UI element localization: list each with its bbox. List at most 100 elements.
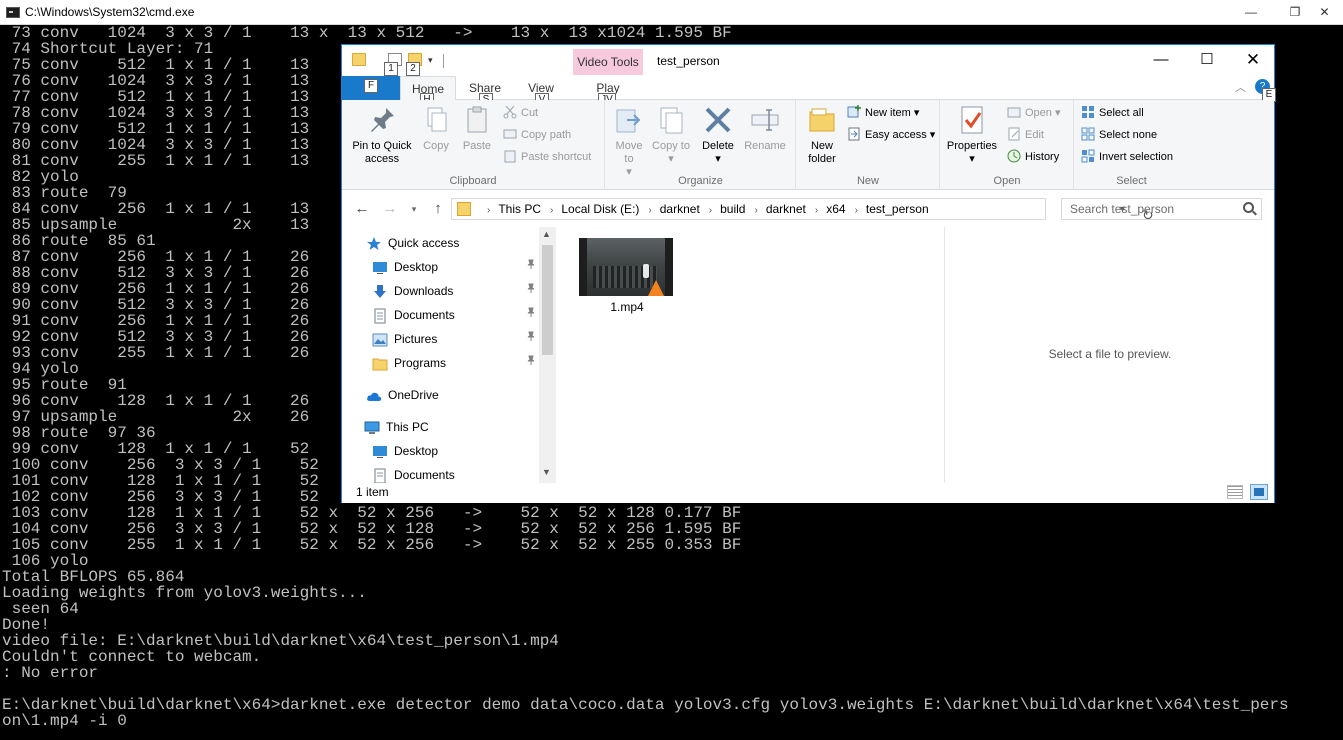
new-folder-label: New folder: [808, 140, 836, 165]
new-item-icon: [847, 105, 861, 119]
console-line: Couldn't connect to webcam.: [2, 648, 262, 666]
search-icon[interactable]: [1243, 202, 1254, 213]
toolbar-divider: [443, 54, 444, 68]
open-label: Open: [1025, 107, 1052, 119]
rename-button[interactable]: Rename: [742, 104, 788, 153]
paste-icon: [461, 104, 493, 136]
pinned-icon[interactable]: [526, 328, 536, 350]
invert-selection-icon: [1081, 149, 1095, 163]
new-item-button[interactable]: New item ▾: [847, 104, 919, 122]
edit-button[interactable]: Edit: [1007, 126, 1044, 144]
pin-to-quick-access-button[interactable]: Pin to Quick access: [348, 104, 416, 166]
navigation-pane[interactable]: Quick access Desktop Downloads Documents Pic…: [342, 227, 556, 483]
console-line: Loading weights from yolov3.weights...: [2, 584, 367, 602]
sidebar-item-documents[interactable]: Documents: [342, 304, 538, 326]
breadcrumb-item[interactable]: This PC: [498, 202, 541, 216]
explorer-maximize-button[interactable]: ☐: [1184, 45, 1230, 76]
select-all-icon: [1081, 105, 1095, 119]
cmd-close-button[interactable]: ✕: [1306, 0, 1343, 25]
sidebar-item-desktop[interactable]: Desktop: [342, 440, 538, 462]
breadcrumb[interactable]: › This PC › Local Disk (E:) › darknet › build › d…: [478, 199, 929, 219]
new-group-label: New: [856, 175, 879, 187]
keytip-f: F: [364, 79, 378, 93]
search-placeholder: Search test_person: [1070, 202, 1175, 216]
open-button[interactable]: Open ▾: [1007, 104, 1061, 122]
copy-to-button[interactable]: Copy to ▾: [652, 104, 690, 166]
breadcrumb-separator-icon[interactable]: ›: [648, 205, 651, 216]
new-folder-button[interactable]: New folder: [801, 104, 843, 166]
breadcrumb-item[interactable]: darknet: [766, 202, 806, 216]
breadcrumb-separator-icon[interactable]: ›: [754, 205, 757, 216]
file-item[interactable]: 1.mp4: [578, 236, 676, 316]
sidebar-item-this-pc[interactable]: This PC: [342, 416, 538, 438]
details-view-icon[interactable]: [1227, 485, 1243, 499]
pinned-icon[interactable]: [526, 352, 536, 374]
collapse-ribbon-icon[interactable]: ︿: [1235, 79, 1246, 95]
scroll-up-icon[interactable]: ▲: [542, 229, 551, 239]
customize-quick-access-dropdown[interactable]: ▾: [428, 55, 433, 66]
paste-shortcut-button[interactable]: Paste shortcut: [503, 148, 591, 166]
breadcrumb-item[interactable]: Local Disk (E:): [561, 202, 639, 216]
sidebar-item-documents[interactable]: Documents: [342, 464, 538, 483]
easy-access-button[interactable]: Easy access ▾: [847, 126, 935, 144]
up-arrow-icon[interactable]: ↑: [428, 199, 448, 219]
delete-button[interactable]: Delete ▾: [698, 104, 738, 166]
forward-arrow-icon[interactable]: →: [380, 199, 400, 219]
breadcrumb-item[interactable]: darknet: [660, 202, 700, 216]
search-input[interactable]: Search test_person: [1061, 198, 1262, 220]
cmd-minimize-button[interactable]: —: [1228, 0, 1274, 25]
pinned-icon[interactable]: [526, 280, 536, 302]
copy-path-button[interactable]: Copy path: [503, 126, 571, 144]
breadcrumb-separator-icon[interactable]: ›: [815, 205, 818, 216]
sidebar-item-label: This PC: [386, 420, 429, 434]
select-all-button[interactable]: Select all: [1081, 104, 1144, 122]
sidebar-item-label: Programs: [394, 356, 447, 370]
scroll-down-icon[interactable]: ▼: [542, 467, 551, 477]
navigation-pane-scrollbar[interactable]: ▲ ▼: [539, 227, 556, 483]
invert-selection-button[interactable]: Invert selection: [1081, 148, 1173, 166]
pinned-icon[interactable]: [526, 256, 536, 278]
sidebar-item-label: OneDrive: [388, 388, 439, 402]
history-button[interactable]: History: [1007, 148, 1059, 166]
console-line: 73 conv 1024 3 x 3 / 1 13 x 13 x 512 -> …: [2, 25, 732, 42]
history-label: History: [1025, 151, 1060, 163]
preview-pane: Select a file to preview.: [944, 227, 1274, 483]
sidebar-item-onedrive[interactable]: OneDrive: [342, 384, 538, 406]
copy-button[interactable]: Copy: [418, 104, 454, 153]
large-icons-view-icon[interactable]: [1250, 484, 1268, 500]
scrollbar-thumb[interactable]: [542, 245, 553, 355]
recent-locations-dropdown[interactable]: ▾: [404, 199, 424, 219]
move-to-button[interactable]: Move to ▾: [610, 104, 648, 179]
paste-button[interactable]: Paste: [458, 104, 496, 153]
breadcrumb-separator-icon[interactable]: ›: [550, 205, 553, 216]
select-all-label: Select all: [1099, 107, 1144, 119]
breadcrumb-item[interactable]: test_person: [866, 202, 929, 216]
properties-button[interactable]: Properties ▾: [945, 104, 999, 166]
explorer-close-button[interactable]: ✕: [1230, 45, 1276, 76]
file-explorer-window[interactable]: ▾ 1 2 Video Tools test_person — ☐ ✕ F Ho…: [341, 44, 1276, 503]
copy-to-label: Copy to: [652, 140, 690, 152]
cmd-title-bar[interactable]: C:\Windows\System32\cmd.exe — ❐ ✕: [0, 0, 1343, 25]
easy-access-icon: [847, 127, 861, 141]
breadcrumb-item[interactable]: build: [720, 202, 745, 216]
cut-button[interactable]: Cut: [503, 104, 538, 122]
breadcrumb-separator-icon[interactable]: ›: [855, 205, 858, 216]
cmd-window-title: C:\Windows\System32\cmd.exe: [25, 5, 195, 19]
pinned-icon[interactable]: [526, 304, 536, 326]
address-bar[interactable]: › This PC › Local Disk (E:) › darknet › build › d…: [451, 198, 1154, 223]
breadcrumb-separator-icon[interactable]: ›: [487, 205, 490, 216]
breadcrumb-separator-icon[interactable]: ›: [709, 205, 712, 216]
breadcrumb-item[interactable]: x64: [826, 202, 845, 216]
sidebar-item-desktop[interactable]: Desktop: [342, 256, 538, 278]
explorer-minimize-button[interactable]: —: [1138, 45, 1184, 76]
select-none-button[interactable]: Select none: [1081, 126, 1157, 144]
keytip-1: 1: [384, 62, 398, 76]
sidebar-item-downloads[interactable]: Downloads: [342, 280, 538, 302]
sidebar-item-quick-access[interactable]: Quick access: [342, 232, 538, 254]
sidebar-item-pictures[interactable]: Pictures: [342, 328, 538, 350]
console-line: seen 64: [2, 600, 79, 618]
back-arrow-icon[interactable]: ←: [352, 199, 372, 219]
sidebar-item-programs[interactable]: Programs: [342, 352, 538, 374]
explorer-title-bar[interactable]: ▾ 1 2 Video Tools test_person — ☐ ✕: [342, 45, 1274, 76]
file-list[interactable]: 1.mp4: [558, 227, 943, 483]
